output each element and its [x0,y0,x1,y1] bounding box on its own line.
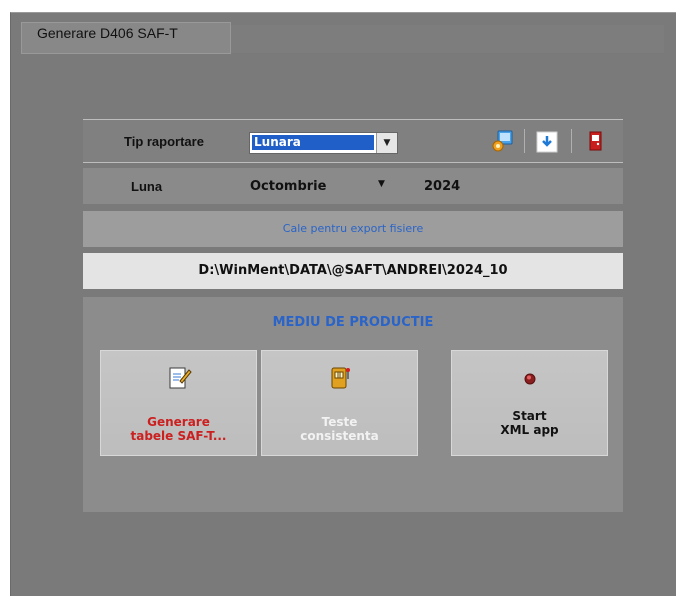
month-row: Luna Octombrie ▼ 2024 [83,168,623,204]
toolbar-divider [524,129,525,153]
report-type-select[interactable]: Lunara ▼ [249,132,398,154]
start-xml-app-button[interactable]: Start XML app [451,350,608,456]
generate-tables-label: Generare tabele SAF-T... [130,415,227,443]
toolbar-divider [571,129,572,153]
month-label: Luna [131,179,163,194]
settings-monitor-icon[interactable] [491,129,515,153]
chevron-down-icon[interactable]: ▼ [378,179,385,189]
consistency-tests-label: Teste consistenta [300,415,379,443]
year-field[interactable]: 2024 [424,179,460,194]
production-title: MEDIU DE PRODUCTIE [272,315,434,330]
red-status-light-icon [452,365,607,391]
export-caption: Cale pentru export fisiere [83,211,623,247]
report-type-label: Tip raportare [124,134,204,149]
consistency-tests-button[interactable]: Teste consistenta [261,350,418,456]
month-select[interactable]: Octombrie [250,179,326,194]
chevron-down-icon[interactable]: ▼ [376,133,397,153]
window-title: Generare D406 SAF-T [37,25,178,41]
export-path-field[interactable]: D:\WinMent\DATA\@SAFT\ANDREI\2024_10 [83,253,623,289]
download-icon[interactable] [535,130,559,154]
report-type-value: Lunara [252,135,374,150]
main-panel: Tip raportare Lunara ▼ Luna Octombrie ▼ … [83,119,623,512]
title-bar: Generare D406 SAF-T [11,13,676,55]
edit-document-icon [101,365,256,391]
generate-tables-button[interactable]: Generare tabele SAF-T... [100,350,257,456]
title-strip [231,25,664,53]
report-type-row: Tip raportare Lunara ▼ [83,119,623,163]
start-xml-app-label: Start XML app [500,409,559,437]
production-section: MEDIU DE PRODUCTIE Generare tabele SAF-T… [83,297,623,512]
exit-door-icon[interactable] [583,129,607,153]
app-window: Generare D406 SAF-T Tip raportare Lunara… [10,12,676,596]
slot-machine-icon [262,365,417,391]
